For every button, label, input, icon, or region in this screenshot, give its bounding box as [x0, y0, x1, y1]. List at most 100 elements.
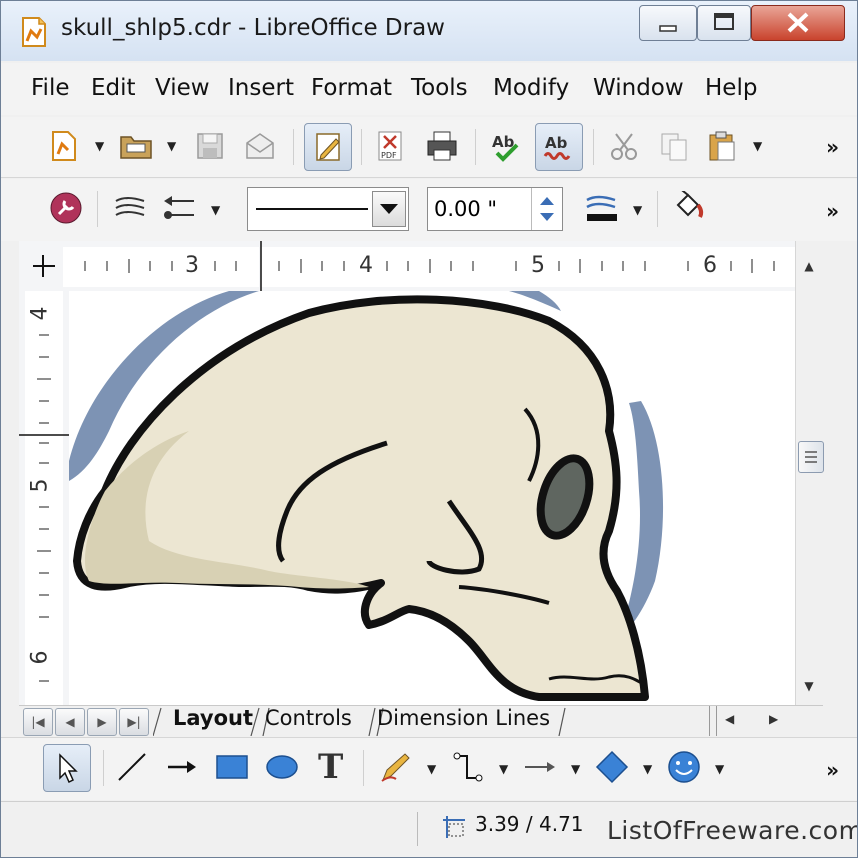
- maximize-button[interactable]: [697, 5, 751, 41]
- status-cell-empty: [17, 812, 415, 846]
- ellipse-icon: [266, 755, 298, 779]
- line-color-dropdown-arrow[interactable]: ▼: [633, 203, 647, 217]
- spellcheck-button[interactable]: Ab: [487, 127, 525, 165]
- skull-drawing[interactable]: [69, 291, 795, 705]
- app-window: skull_shlp5.cdr - LibreOffice Draw File …: [0, 0, 858, 858]
- curve-tool-button[interactable]: [377, 748, 415, 786]
- position-size-icon: [443, 816, 465, 838]
- menu-format[interactable]: Format: [311, 75, 392, 101]
- prev-tab-button[interactable]: ◀: [55, 708, 85, 736]
- menu-view[interactable]: View: [155, 75, 210, 101]
- export-pdf-button[interactable]: PDF: [371, 127, 409, 165]
- menu-window[interactable]: Window: [593, 75, 684, 101]
- line-color-button[interactable]: [583, 189, 621, 227]
- edit-file-button[interactable]: [304, 123, 352, 171]
- curve-dropdown-arrow[interactable]: ▼: [427, 762, 441, 776]
- menu-insert[interactable]: Insert: [228, 75, 294, 101]
- tab-splitter[interactable]: [709, 706, 717, 736]
- cut-button[interactable]: [605, 127, 643, 165]
- tab-controls[interactable]: Controls: [265, 706, 352, 730]
- vertical-scrollbar[interactable]: ▲ ▼: [795, 241, 824, 705]
- ruler-label-6: 6: [703, 253, 717, 278]
- line-style-dropdown-button[interactable]: [372, 191, 406, 227]
- ellipse-tool-button[interactable]: [263, 748, 301, 786]
- draw-document-icon: [22, 17, 46, 47]
- line-style-select[interactable]: [247, 187, 409, 231]
- arrow-style-button[interactable]: [159, 189, 197, 227]
- email-button[interactable]: [241, 127, 279, 165]
- line-width-field[interactable]: 0.00 ": [427, 187, 563, 231]
- menu-modify[interactable]: Modify: [493, 75, 569, 101]
- line-tool-button[interactable]: [113, 748, 151, 786]
- export-pdf-icon: PDF: [378, 131, 402, 161]
- hscroll-right-button[interactable]: ▶: [769, 712, 778, 726]
- close-button[interactable]: [751, 5, 845, 41]
- toolbar-overflow-button[interactable]: »: [826, 135, 839, 159]
- paste-dropdown-arrow[interactable]: ▼: [753, 139, 767, 153]
- first-tab-button[interactable]: |◀: [23, 708, 53, 736]
- wrench-circle-icon: [50, 192, 82, 224]
- next-tab-button[interactable]: ▶: [87, 708, 117, 736]
- horizontal-ruler: 3 4 5 6: [19, 241, 823, 292]
- select-tool-button[interactable]: [43, 744, 91, 792]
- object-properties-button[interactable]: [47, 189, 85, 227]
- menu-tools[interactable]: Tools: [411, 75, 468, 101]
- line-button[interactable]: [111, 189, 149, 227]
- scroll-up-button[interactable]: ▲: [800, 259, 818, 277]
- arrow-style-dropdown-arrow[interactable]: ▼: [211, 203, 225, 217]
- basic-shapes-button[interactable]: [593, 748, 631, 786]
- open-dropdown-arrow[interactable]: ▼: [167, 139, 181, 153]
- line-width-spinner[interactable]: [531, 188, 562, 230]
- open-button[interactable]: [117, 127, 155, 165]
- vruler-label-5: 5: [27, 478, 53, 493]
- layer-tab-bar: |◀ ◀ ▶ ▶| Layout Controls Dimension Line…: [19, 705, 823, 736]
- cursor-position: 3.39 / 4.71: [475, 812, 584, 836]
- menu-help[interactable]: Help: [705, 75, 757, 101]
- drawing-canvas[interactable]: [69, 291, 795, 705]
- hscroll-left-button[interactable]: ◀: [725, 712, 734, 726]
- edit-file-icon: [316, 133, 340, 161]
- new-dropdown-arrow[interactable]: ▼: [95, 139, 109, 153]
- line-style-preview: [256, 208, 368, 210]
- symbol-shapes-button[interactable]: [665, 748, 703, 786]
- area-fill-button[interactable]: [669, 189, 707, 227]
- line-toolbar-overflow-button[interactable]: »: [826, 199, 839, 223]
- paste-button[interactable]: [703, 127, 741, 165]
- arrow-tool-button[interactable]: [163, 748, 201, 786]
- save-button[interactable]: [191, 127, 229, 165]
- basic-shapes-dropdown-arrow[interactable]: ▼: [643, 762, 657, 776]
- connector-dropdown-arrow[interactable]: ▼: [499, 762, 513, 776]
- menu-edit[interactable]: Edit: [91, 75, 136, 101]
- print-icon: [427, 131, 457, 161]
- drawing-toolbar-overflow-button[interactable]: »: [826, 758, 839, 782]
- spinner-arrows-icon: [540, 197, 554, 221]
- menu-file[interactable]: File: [31, 75, 70, 101]
- autospellcheck-icon: Ab: [543, 134, 571, 160]
- open-folder-icon: [120, 136, 152, 159]
- scroll-down-button[interactable]: ▼: [800, 679, 818, 697]
- symbol-shapes-dropdown-arrow[interactable]: ▼: [715, 762, 729, 776]
- text-tool-button[interactable]: T: [313, 746, 351, 784]
- print-button[interactable]: [423, 127, 461, 165]
- minimize-button[interactable]: [639, 5, 697, 41]
- maximize-icon: [714, 13, 734, 30]
- new-button[interactable]: [45, 127, 83, 165]
- lines-arrows-dropdown-arrow[interactable]: ▼: [571, 762, 585, 776]
- diamond-icon: [595, 750, 629, 784]
- lines-arrows-button[interactable]: [521, 748, 559, 786]
- ruler-label-3: 3: [185, 253, 199, 278]
- tab-dimension-lines[interactable]: Dimension Lines: [377, 706, 550, 730]
- toolbar-separator: [97, 191, 98, 227]
- vertical-ruler-ticks: [19, 291, 69, 705]
- toolbar-separator: [363, 750, 364, 786]
- watermark-text: ListOfFreeware.com: [607, 816, 858, 845]
- copy-button[interactable]: [655, 127, 693, 165]
- last-tab-button[interactable]: ▶|: [119, 708, 149, 736]
- scroll-thumb[interactable]: [798, 441, 824, 473]
- autospellcheck-button[interactable]: Ab: [535, 123, 583, 171]
- connector-tool-button[interactable]: [449, 748, 487, 786]
- connector-icon: [453, 752, 483, 782]
- rectangle-tool-button[interactable]: [213, 748, 251, 786]
- status-bar: 3.39 / 4.71 ListOfFreeware.com: [1, 801, 858, 857]
- tab-layout[interactable]: Layout: [173, 706, 253, 730]
